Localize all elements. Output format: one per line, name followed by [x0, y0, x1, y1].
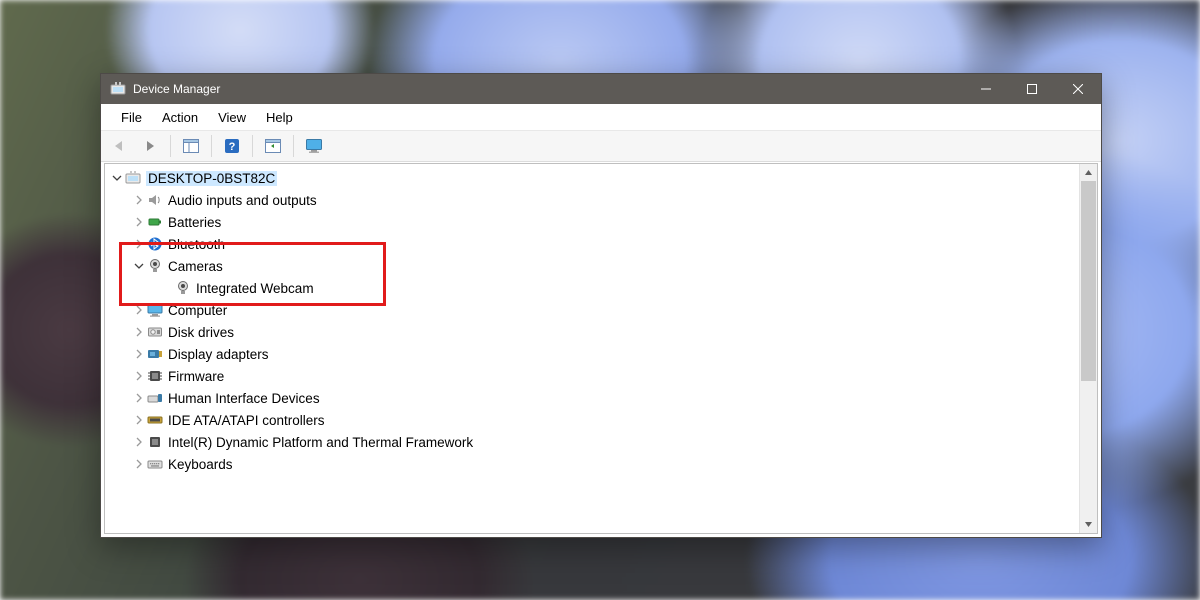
tree-item-label: Batteries [168, 215, 221, 230]
toolbar-separator [252, 135, 253, 157]
chevron-right-icon[interactable] [133, 458, 145, 470]
chevron-right-icon[interactable] [133, 326, 145, 338]
tree-item-firmware[interactable]: Firmware [105, 365, 1079, 387]
keyboard-icon [147, 456, 163, 472]
disk-icon [147, 324, 163, 340]
chip-icon [147, 368, 163, 384]
tree-item-audio[interactable]: Audio inputs and outputs [105, 189, 1079, 211]
menu-help[interactable]: Help [256, 107, 303, 128]
menu-action[interactable]: Action [152, 107, 208, 128]
menu-view[interactable]: View [208, 107, 256, 128]
chevron-right-icon[interactable] [133, 348, 145, 360]
tree-item-batteries[interactable]: Batteries [105, 211, 1079, 233]
hid-icon [147, 390, 163, 406]
scroll-down-button[interactable] [1080, 516, 1097, 533]
chip-icon [147, 434, 163, 450]
tree-item-ide[interactable]: IDE ATA/ATAPI controllers [105, 409, 1079, 431]
show-hide-tree-button[interactable] [178, 133, 204, 159]
tree-root-label: DESKTOP-0BST82C [146, 171, 277, 186]
chevron-right-icon[interactable] [133, 414, 145, 426]
device-tree[interactable]: DESKTOP-0BST82C Audio inputs and outputs… [105, 164, 1079, 533]
help-button[interactable]: ? [219, 133, 245, 159]
tree-item-label: Audio inputs and outputs [168, 193, 317, 208]
chevron-down-icon[interactable] [111, 172, 123, 184]
chevron-right-icon[interactable] [133, 304, 145, 316]
titlebar[interactable]: Device Manager [101, 74, 1101, 104]
scroll-up-button[interactable] [1080, 164, 1097, 181]
tree-item-disk-drives[interactable]: Disk drives [105, 321, 1079, 343]
scroll-thumb[interactable] [1081, 181, 1096, 381]
tree-item-computer[interactable]: Computer [105, 299, 1079, 321]
toolbar-separator [211, 135, 212, 157]
tree-item-label: Disk drives [168, 325, 234, 340]
tree-item-label: Computer [168, 303, 227, 318]
minimize-button[interactable] [963, 74, 1009, 104]
tree-item-label: Human Interface Devices [168, 391, 320, 406]
display-adapter-icon [147, 346, 163, 362]
client-area: DESKTOP-0BST82C Audio inputs and outputs… [104, 163, 1098, 534]
menubar: File Action View Help [101, 104, 1101, 131]
forward-button[interactable] [137, 133, 163, 159]
camera-icon [175, 280, 191, 296]
chevron-down-icon[interactable] [133, 260, 145, 272]
monitor-button[interactable] [301, 133, 327, 159]
svg-text:?: ? [229, 141, 236, 153]
tree-item-label: Keyboards [168, 457, 233, 472]
bluetooth-icon [147, 236, 163, 252]
toolbar-separator [293, 135, 294, 157]
chevron-right-icon[interactable] [133, 238, 145, 250]
window-title: Device Manager [133, 82, 220, 96]
device-manager-window: Device Manager File Action View Help ? [100, 73, 1102, 538]
battery-icon [147, 214, 163, 230]
camera-icon [147, 258, 163, 274]
close-button[interactable] [1055, 74, 1101, 104]
maximize-button[interactable] [1009, 74, 1055, 104]
chevron-right-icon[interactable] [133, 392, 145, 404]
app-icon [110, 81, 126, 97]
monitor-icon [147, 302, 163, 318]
chevron-right-icon[interactable] [133, 436, 145, 448]
tree-root[interactable]: DESKTOP-0BST82C [105, 167, 1079, 189]
tree-item-label: Intel(R) Dynamic Platform and Thermal Fr… [168, 435, 473, 450]
tree-item-integrated-webcam[interactable]: Integrated Webcam [105, 277, 1079, 299]
tree-item-label: Cameras [168, 259, 223, 274]
chevron-right-icon[interactable] [133, 370, 145, 382]
computer-icon [125, 170, 141, 186]
tree-item-label: Display adapters [168, 347, 269, 362]
tree-item-label: Firmware [168, 369, 224, 384]
tree-item-label: Bluetooth [168, 237, 225, 252]
tree-item-bluetooth[interactable]: Bluetooth [105, 233, 1079, 255]
speaker-icon [147, 192, 163, 208]
chevron-right-icon[interactable] [133, 194, 145, 206]
tree-item-label: IDE ATA/ATAPI controllers [168, 413, 325, 428]
scan-hardware-button[interactable] [260, 133, 286, 159]
tree-item-label: Integrated Webcam [196, 281, 314, 296]
chevron-right-icon[interactable] [133, 216, 145, 228]
menu-file[interactable]: File [111, 107, 152, 128]
back-button[interactable] [107, 133, 133, 159]
tree-item-display-adapters[interactable]: Display adapters [105, 343, 1079, 365]
tree-item-cameras[interactable]: Cameras [105, 255, 1079, 277]
toolbar: ? [101, 131, 1101, 162]
controller-icon [147, 412, 163, 428]
tree-item-intel-dptf[interactable]: Intel(R) Dynamic Platform and Thermal Fr… [105, 431, 1079, 453]
toolbar-separator [170, 135, 171, 157]
vertical-scrollbar[interactable] [1079, 164, 1097, 533]
tree-item-keyboards[interactable]: Keyboards [105, 453, 1079, 475]
tree-item-hid[interactable]: Human Interface Devices [105, 387, 1079, 409]
